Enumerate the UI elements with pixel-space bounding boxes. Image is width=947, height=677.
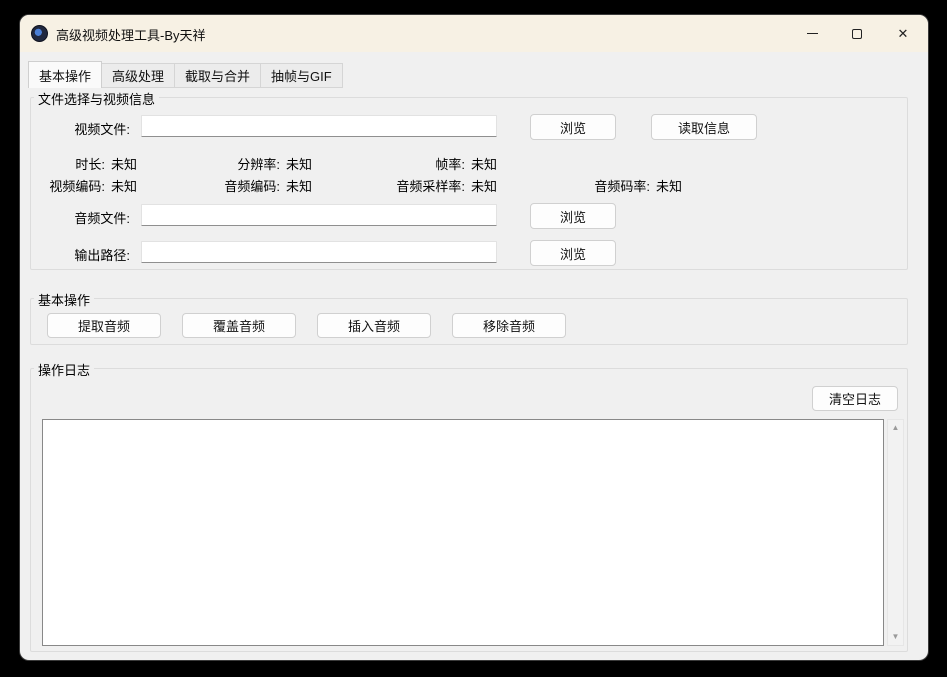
group-operation-log-title: 操作日志 [34,360,94,379]
tab-frame-extract-gif[interactable]: 抽帧与GIF [261,63,343,88]
titlebar: 高级视频处理工具-By天祥 ✕ [20,15,928,52]
browse-audio-button[interactable]: 浏览 [530,203,616,229]
info-sample-rate-value: 未知 [471,176,497,192]
scroll-down-icon[interactable]: ▼ [892,629,900,645]
group-basic-operations-title: 基本操作 [34,290,94,309]
info-duration: 时长: 未知 [30,154,137,170]
close-button[interactable]: ✕ [881,15,925,52]
video-file-label: 视频文件: [50,119,130,138]
info-sample-rate: 音频采样率: 未知 [320,176,497,192]
desktop-background: 高级视频处理工具-By天祥 ✕ 基本操作 高级处理 截取与合并 抽帧与GIF 文… [0,0,947,677]
app-window: 高级视频处理工具-By天祥 ✕ 基本操作 高级处理 截取与合并 抽帧与GIF 文… [20,15,928,660]
group-file-selection-title: 文件选择与视频信息 [34,89,159,108]
clear-log-button[interactable]: 清空日志 [812,386,898,411]
app-icon [31,25,48,42]
browse-video-button[interactable]: 浏览 [530,114,616,140]
info-video-codec: 视频编码: 未知 [30,176,137,192]
info-audio-codec: 音频编码: 未知 [170,176,312,192]
audio-file-label: 音频文件: [50,208,130,227]
log-scrollbar[interactable]: ▲ ▼ [887,419,904,646]
overwrite-audio-button[interactable]: 覆盖音频 [182,313,296,338]
info-resolution: 分辨率: 未知 [170,154,312,170]
info-audio-codec-value: 未知 [286,176,312,192]
info-audio-codec-label: 音频编码: [170,176,280,192]
info-audio-bitrate-label: 音频码率: [500,176,650,192]
read-info-button[interactable]: 读取信息 [651,114,757,140]
info-framerate-value: 未知 [471,154,497,170]
output-path-input[interactable] [141,241,497,263]
tab-bar: 基本操作 高级处理 截取与合并 抽帧与GIF [28,61,343,88]
info-audio-bitrate: 音频码率: 未知 [500,176,682,192]
output-path-label: 输出路径: [50,245,130,264]
extract-audio-button[interactable]: 提取音频 [47,313,161,338]
info-resolution-value: 未知 [286,154,312,170]
maximize-button[interactable] [835,15,879,52]
info-resolution-label: 分辨率: [170,154,280,170]
info-video-codec-value: 未知 [111,176,137,192]
tab-basic-operations[interactable]: 基本操作 [28,61,102,88]
info-duration-label: 时长: [30,154,105,170]
maximize-icon [852,29,862,39]
log-textarea[interactable] [42,419,884,646]
remove-audio-button[interactable]: 移除音频 [452,313,566,338]
browse-output-button[interactable]: 浏览 [530,240,616,266]
tab-advanced-processing[interactable]: 高级处理 [102,63,175,88]
scroll-up-icon[interactable]: ▲ [892,420,900,436]
minimize-icon [807,33,818,34]
info-duration-value: 未知 [111,154,137,170]
info-framerate: 帧率: 未知 [320,154,497,170]
close-icon: ✕ [898,27,909,40]
video-file-input[interactable] [141,115,497,137]
tab-cut-and-merge[interactable]: 截取与合并 [175,63,261,88]
info-framerate-label: 帧率: [320,154,465,170]
audio-file-input[interactable] [141,204,497,226]
insert-audio-button[interactable]: 插入音频 [317,313,431,338]
info-video-codec-label: 视频编码: [30,176,105,192]
info-sample-rate-label: 音频采样率: [320,176,465,192]
window-title: 高级视频处理工具-By天祥 [56,25,206,44]
minimize-button[interactable] [790,15,834,52]
info-audio-bitrate-value: 未知 [656,176,682,192]
